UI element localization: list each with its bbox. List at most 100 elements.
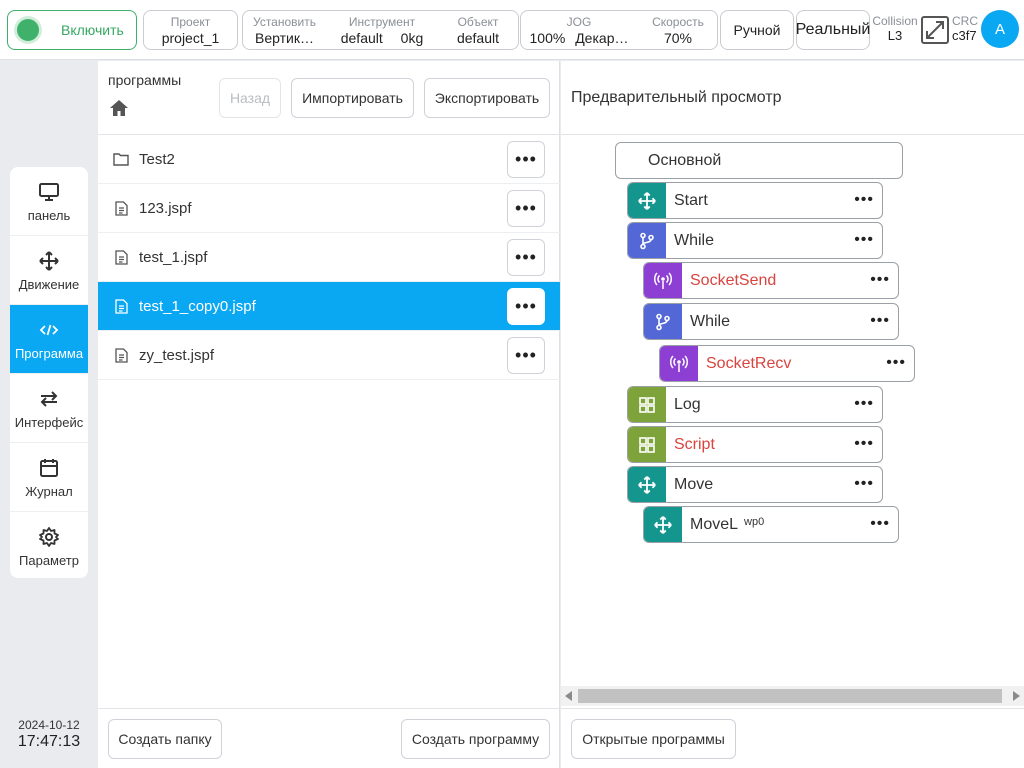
create-folder-button[interactable]: Создать папку [108,719,222,759]
back-button[interactable]: Назад [219,78,281,118]
jog-cell[interactable]: JOG 100% Декар… [521,11,637,49]
open-programs-button[interactable]: Открытые программы [571,719,736,759]
branch-icon [644,304,682,339]
tree-node-script[interactable]: Script ••• [627,426,883,463]
speed-value: 70% [663,30,693,46]
sidebar-item-interface[interactable]: Интерфейс [10,374,88,443]
tree-node-more[interactable]: ••• [870,312,890,330]
file-row[interactable]: zy_test.jspf ••• [98,331,560,380]
file-more-button[interactable]: ••• [507,141,545,178]
speed-cell[interactable]: Скорость 70% [639,11,717,49]
sidebar-item-label: Интерфейс [14,414,84,430]
preview-header: Предварительный просмотр [561,61,1024,135]
file-name: Test2 [139,150,175,168]
file-more-button[interactable]: ••• [507,239,545,276]
manual-mode-button[interactable]: Ручной [720,10,794,50]
file-row[interactable]: test_1.jspf ••• [98,233,560,282]
scrollbar-thumb[interactable] [578,689,1002,703]
object-value: default [456,30,500,46]
clock: 2024-10-12 17:47:13 [10,718,88,752]
sidebar-item-label: Журнал [25,483,73,499]
move-icon [628,183,666,218]
grid-icon [628,427,666,462]
tool-cell[interactable]: Инструмент default 0kg [328,11,436,49]
antenna-icon [660,346,698,381]
real-mode-button[interactable]: Реальный [796,10,870,50]
tree-node-start[interactable]: Start ••• [627,182,883,219]
file-icon [112,346,130,364]
tree-node-socketsend[interactable]: SocketSend ••• [643,262,899,299]
file-name: 123.jspf [139,199,192,217]
export-button[interactable]: Экспортировать [424,78,550,118]
project-label: Проект [170,15,211,29]
fullscreen-icon[interactable] [921,16,949,44]
file-row[interactable]: Test2 ••• [98,135,560,184]
move-icon [37,249,61,273]
tree-root-node[interactable]: Основной [615,142,903,179]
file-more-button[interactable]: ••• [507,288,545,325]
tree-node-log[interactable]: Log ••• [627,386,883,423]
gear-icon [37,525,61,549]
object-cell[interactable]: Объект default [438,11,518,49]
sidebar-item-parameter[interactable]: Параметр [10,512,88,578]
collision-label: Collision [872,14,918,28]
home-icon[interactable] [108,97,130,119]
top-bar: Включить Проект project_1 Установить Вер… [0,0,1024,60]
jog-value-row: 100% Декар… [521,29,637,47]
tree-node-while[interactable]: While ••• [627,222,883,259]
enable-button[interactable]: Включить [7,10,137,50]
tree-node-move[interactable]: Move ••• [627,466,883,503]
import-button[interactable]: Импортировать [291,78,414,118]
enable-label: Включить [61,22,124,38]
tool-label: Инструмент [348,15,416,29]
tree-node-socketrecv[interactable]: SocketRecv ••• [659,345,915,382]
horizontal-scrollbar[interactable] [561,686,1024,706]
code-icon [37,318,61,342]
jog-frame: Декар… [575,30,629,46]
project-selector[interactable]: Проект project_1 [143,10,238,50]
tree-node-more[interactable]: ••• [870,515,890,533]
crc-label: CRC [952,14,978,28]
tree-node-more[interactable]: ••• [870,271,890,289]
tree-node-more[interactable]: ••• [854,231,874,249]
config-group[interactable]: Установить Вертик… Инструмент default 0k… [242,10,519,50]
tree-node-while-nested[interactable]: While ••• [643,303,899,340]
collision-level[interactable]: Collision L3 [872,14,918,44]
tree-node-label: SocketRecv [706,354,792,372]
antenna-icon [644,263,682,298]
file-panel-header: программы Назад Импортировать Экспортиро… [98,61,560,135]
sidebar-item-motion[interactable]: Движение [10,236,88,305]
tree-node-movel[interactable]: MoveL wp0 ••• [643,506,899,543]
scroll-right-icon[interactable] [1008,686,1024,706]
file-row[interactable]: 123.jspf ••• [98,184,560,233]
jog-value: 100% [529,30,566,46]
branch-icon [628,223,666,258]
fullscreen-arrows [926,21,944,39]
create-program-button[interactable]: Создать программу [401,719,550,759]
file-more-button[interactable]: ••• [507,337,545,374]
user-avatar[interactable]: A [981,10,1019,48]
sidebar-item-panel[interactable]: панель [10,167,88,236]
tree-node-more[interactable]: ••• [854,395,874,413]
file-row-selected[interactable]: test_1_copy0.jspf ••• [98,282,560,331]
swap-icon [37,387,61,411]
enable-status-dot [17,19,39,41]
tree-node-more[interactable]: ••• [854,191,874,209]
tree-node-more[interactable]: ••• [886,354,906,372]
preview-panel: Предварительный просмотр Основной Start … [561,61,1024,768]
jog-speed-group[interactable]: JOG 100% Декар… Скорость 70% [520,10,718,50]
install-cell[interactable]: Установить Вертик… [243,11,326,49]
tree-node-waypoint: wp0 [744,515,765,528]
tree-node-more[interactable]: ••• [854,435,874,453]
sidebar-item-journal[interactable]: Журнал [10,443,88,512]
scroll-left-icon[interactable] [561,686,577,706]
file-panel-title: программы [108,72,182,88]
file-more-button[interactable]: ••• [507,190,545,227]
tree-node-more[interactable]: ••• [854,475,874,493]
tool-value: default [340,30,383,46]
tree-root-label: Основной [648,151,722,169]
sidebar-item-program[interactable]: Программа [10,305,88,374]
speed-label: Скорость [652,15,704,29]
sidebar-item-label: Параметр [19,553,79,568]
project-cell: Проект project_1 [144,11,237,49]
